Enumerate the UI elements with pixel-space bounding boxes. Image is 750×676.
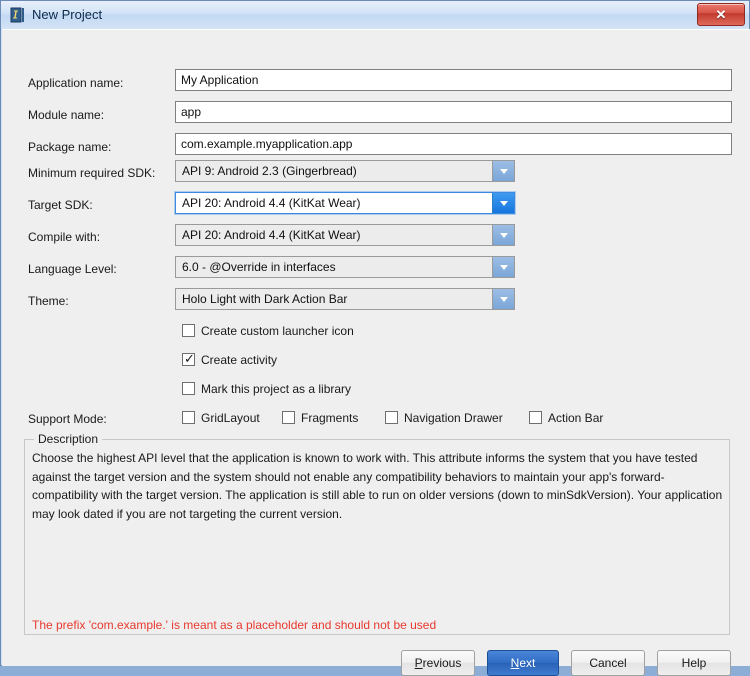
compile-with-value: API 20: Android 4.4 (KitKat Wear)	[182, 228, 361, 242]
chevron-down-icon[interactable]	[492, 289, 514, 309]
next-button[interactable]: Next	[487, 650, 559, 676]
chevron-down-icon[interactable]	[492, 257, 514, 277]
compile-with-dropdown[interactable]: API 20: Android 4.4 (KitKat Wear)	[175, 224, 515, 246]
description-legend: Description	[34, 432, 103, 446]
checkbox-label: Create custom launcher icon	[201, 324, 354, 338]
theme-dropdown[interactable]: Holo Light with Dark Action Bar	[175, 288, 515, 310]
checkbox-box[interactable]	[282, 411, 295, 424]
description-text: Choose the highest API level that the ap…	[32, 451, 723, 521]
next-label: ext	[519, 656, 536, 670]
language-level-dropdown[interactable]: 6.0 - @Override in interfaces	[175, 256, 515, 278]
chevron-down-icon[interactable]	[492, 193, 514, 213]
module-name-input[interactable]: app	[175, 101, 732, 123]
intellij-logo-icon	[10, 7, 26, 23]
close-button[interactable]: ✕	[697, 3, 745, 26]
checkbox-box[interactable]	[385, 411, 398, 424]
checkbox-label: Mark this project as a library	[201, 382, 352, 396]
checkbox-label: Fragments	[301, 411, 359, 425]
target-sdk-value: API 20: Android 4.4 (KitKat Wear)	[182, 196, 361, 210]
label-target-sdk: Target SDK:	[28, 198, 93, 212]
target-sdk-dropdown[interactable]: API 20: Android 4.4 (KitKat Wear)	[175, 192, 515, 214]
theme-value: Holo Light with Dark Action Bar	[182, 292, 348, 306]
label-package-name: Package name:	[28, 140, 112, 154]
checkbox-box[interactable]	[182, 382, 195, 395]
previous-mnemonic: P	[414, 656, 423, 670]
help-button[interactable]: Help	[657, 650, 731, 676]
checkbox-box[interactable]: ✓	[182, 351, 195, 366]
label-module-name: Module name:	[28, 108, 105, 122]
checkbox-label: Action Bar	[548, 411, 604, 425]
application-name-input[interactable]: My Application	[175, 69, 732, 91]
package-name-input[interactable]: com.example.myapplication.app	[175, 133, 732, 155]
label-application-name: Application name:	[28, 76, 124, 90]
checkbox-label: GridLayout	[201, 411, 260, 425]
label-minimum-required-sdk: Minimum required SDK:	[28, 166, 156, 180]
new-project-dialog-window: New Project ✕ Application name: My Appli…	[0, 0, 750, 676]
label-compile-with: Compile with:	[28, 230, 101, 244]
cancel-button[interactable]: Cancel	[571, 650, 645, 676]
previous-label: revious	[422, 656, 462, 670]
language-level-value: 6.0 - @Override in interfaces	[182, 260, 336, 274]
chevron-down-icon[interactable]	[492, 225, 514, 245]
checkbox-box[interactable]	[529, 411, 542, 424]
close-icon: ✕	[715, 7, 727, 22]
error-message: The prefix 'com.example.' is meant as a …	[32, 618, 437, 632]
minimum-required-sdk-dropdown[interactable]: API 9: Android 2.3 (Gingerbread)	[175, 160, 515, 182]
dialog-content: Application name: My Application Module …	[2, 29, 750, 676]
checkbox-label: Navigation Drawer	[404, 411, 503, 425]
checkmark-icon: ✓	[184, 351, 195, 366]
checkbox-box[interactable]	[182, 324, 195, 337]
previous-button[interactable]: Previous	[401, 650, 475, 676]
minimum-required-sdk-value: API 9: Android 2.3 (Gingerbread)	[182, 164, 357, 178]
label-theme: Theme:	[28, 294, 69, 308]
label-support-mode: Support Mode:	[28, 412, 107, 426]
chevron-down-icon[interactable]	[492, 161, 514, 181]
title-bar: New Project ✕	[1, 1, 749, 30]
checkbox-box[interactable]	[182, 411, 195, 424]
checkbox-label: Create activity	[201, 353, 278, 367]
window-title: New Project	[32, 7, 103, 22]
label-language-level: Language Level:	[28, 262, 117, 276]
